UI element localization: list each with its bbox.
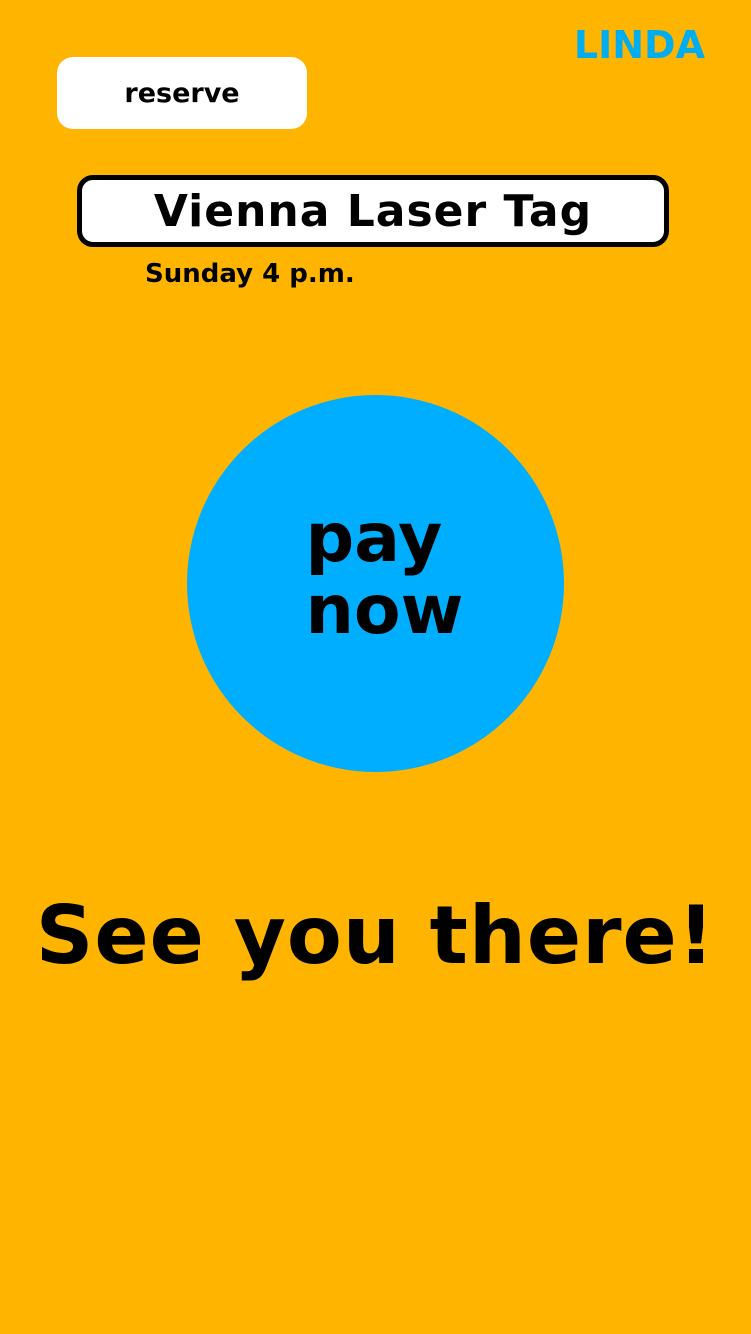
screen: { "header": { "brand": "LINDA", "reserve… — [0, 0, 751, 1334]
event-title: Vienna Laser Tag — [153, 185, 593, 237]
event-time: Sunday 4 p.m. — [145, 259, 355, 289]
brand-logo: LINDA — [573, 23, 705, 67]
farewell-message: See you there! — [35, 889, 716, 982]
pay-now-button[interactable]: pay now — [187, 395, 564, 772]
reserve-button[interactable]: reserve — [57, 57, 307, 129]
event-title-card: Vienna Laser Tag — [77, 175, 669, 247]
reserve-button-label: reserve — [124, 77, 240, 109]
pay-now-label: pay now — [305, 498, 464, 650]
